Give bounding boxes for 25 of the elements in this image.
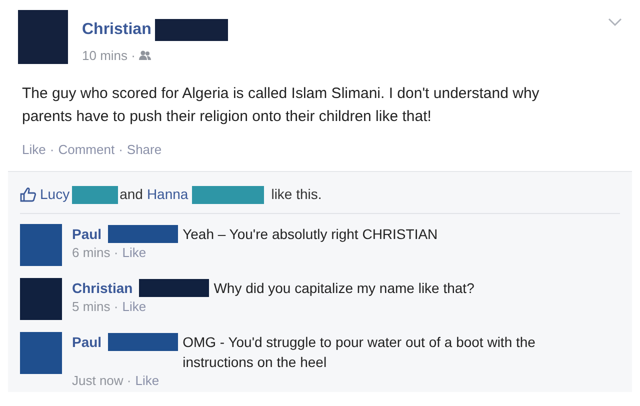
comment-time: 6 mins ·	[72, 244, 118, 262]
post-text: The guy who scored for Algeria is called Islam Slimani. I don't understand why parents have to push their religion onto their children like that!	[21, 84, 540, 126]
comment-author[interactable]: Paul	[72, 332, 102, 352]
separator-dot: ·	[118, 140, 123, 158]
likes-text: like this.	[271, 185, 322, 204]
comment-time: Just now ·	[72, 372, 132, 390]
thumbs-up-icon	[20, 187, 36, 202]
comment-text: OMG - You'd struggle to pour water out of a boot with the instructions on the heel	[182, 333, 536, 372]
author-name[interactable]: Christian	[82, 18, 152, 42]
post-time: 10 mins ·	[82, 47, 136, 65]
comment-text: Why did you capitalize my name like that?	[214, 279, 474, 298]
comment-author[interactable]: Paul	[72, 224, 102, 244]
liker-name[interactable]: Hanna	[146, 184, 188, 205]
comment-time: 5 mins ·	[72, 298, 118, 316]
chevron-down-icon[interactable]	[608, 18, 622, 27]
redaction-bar	[138, 279, 209, 297]
comment-text: Yeah – You're absolutly right CHRISTIAN	[182, 225, 438, 244]
likes-text: and	[120, 185, 143, 204]
comment-author[interactable]: Christian	[72, 278, 133, 298]
liker-name[interactable]: Lucy	[40, 184, 70, 205]
redaction-bar	[108, 225, 178, 243]
avatar	[18, 10, 68, 64]
friends-icon	[139, 50, 152, 62]
separator-dot: ·	[50, 140, 54, 158]
redaction-bar	[108, 333, 178, 351]
